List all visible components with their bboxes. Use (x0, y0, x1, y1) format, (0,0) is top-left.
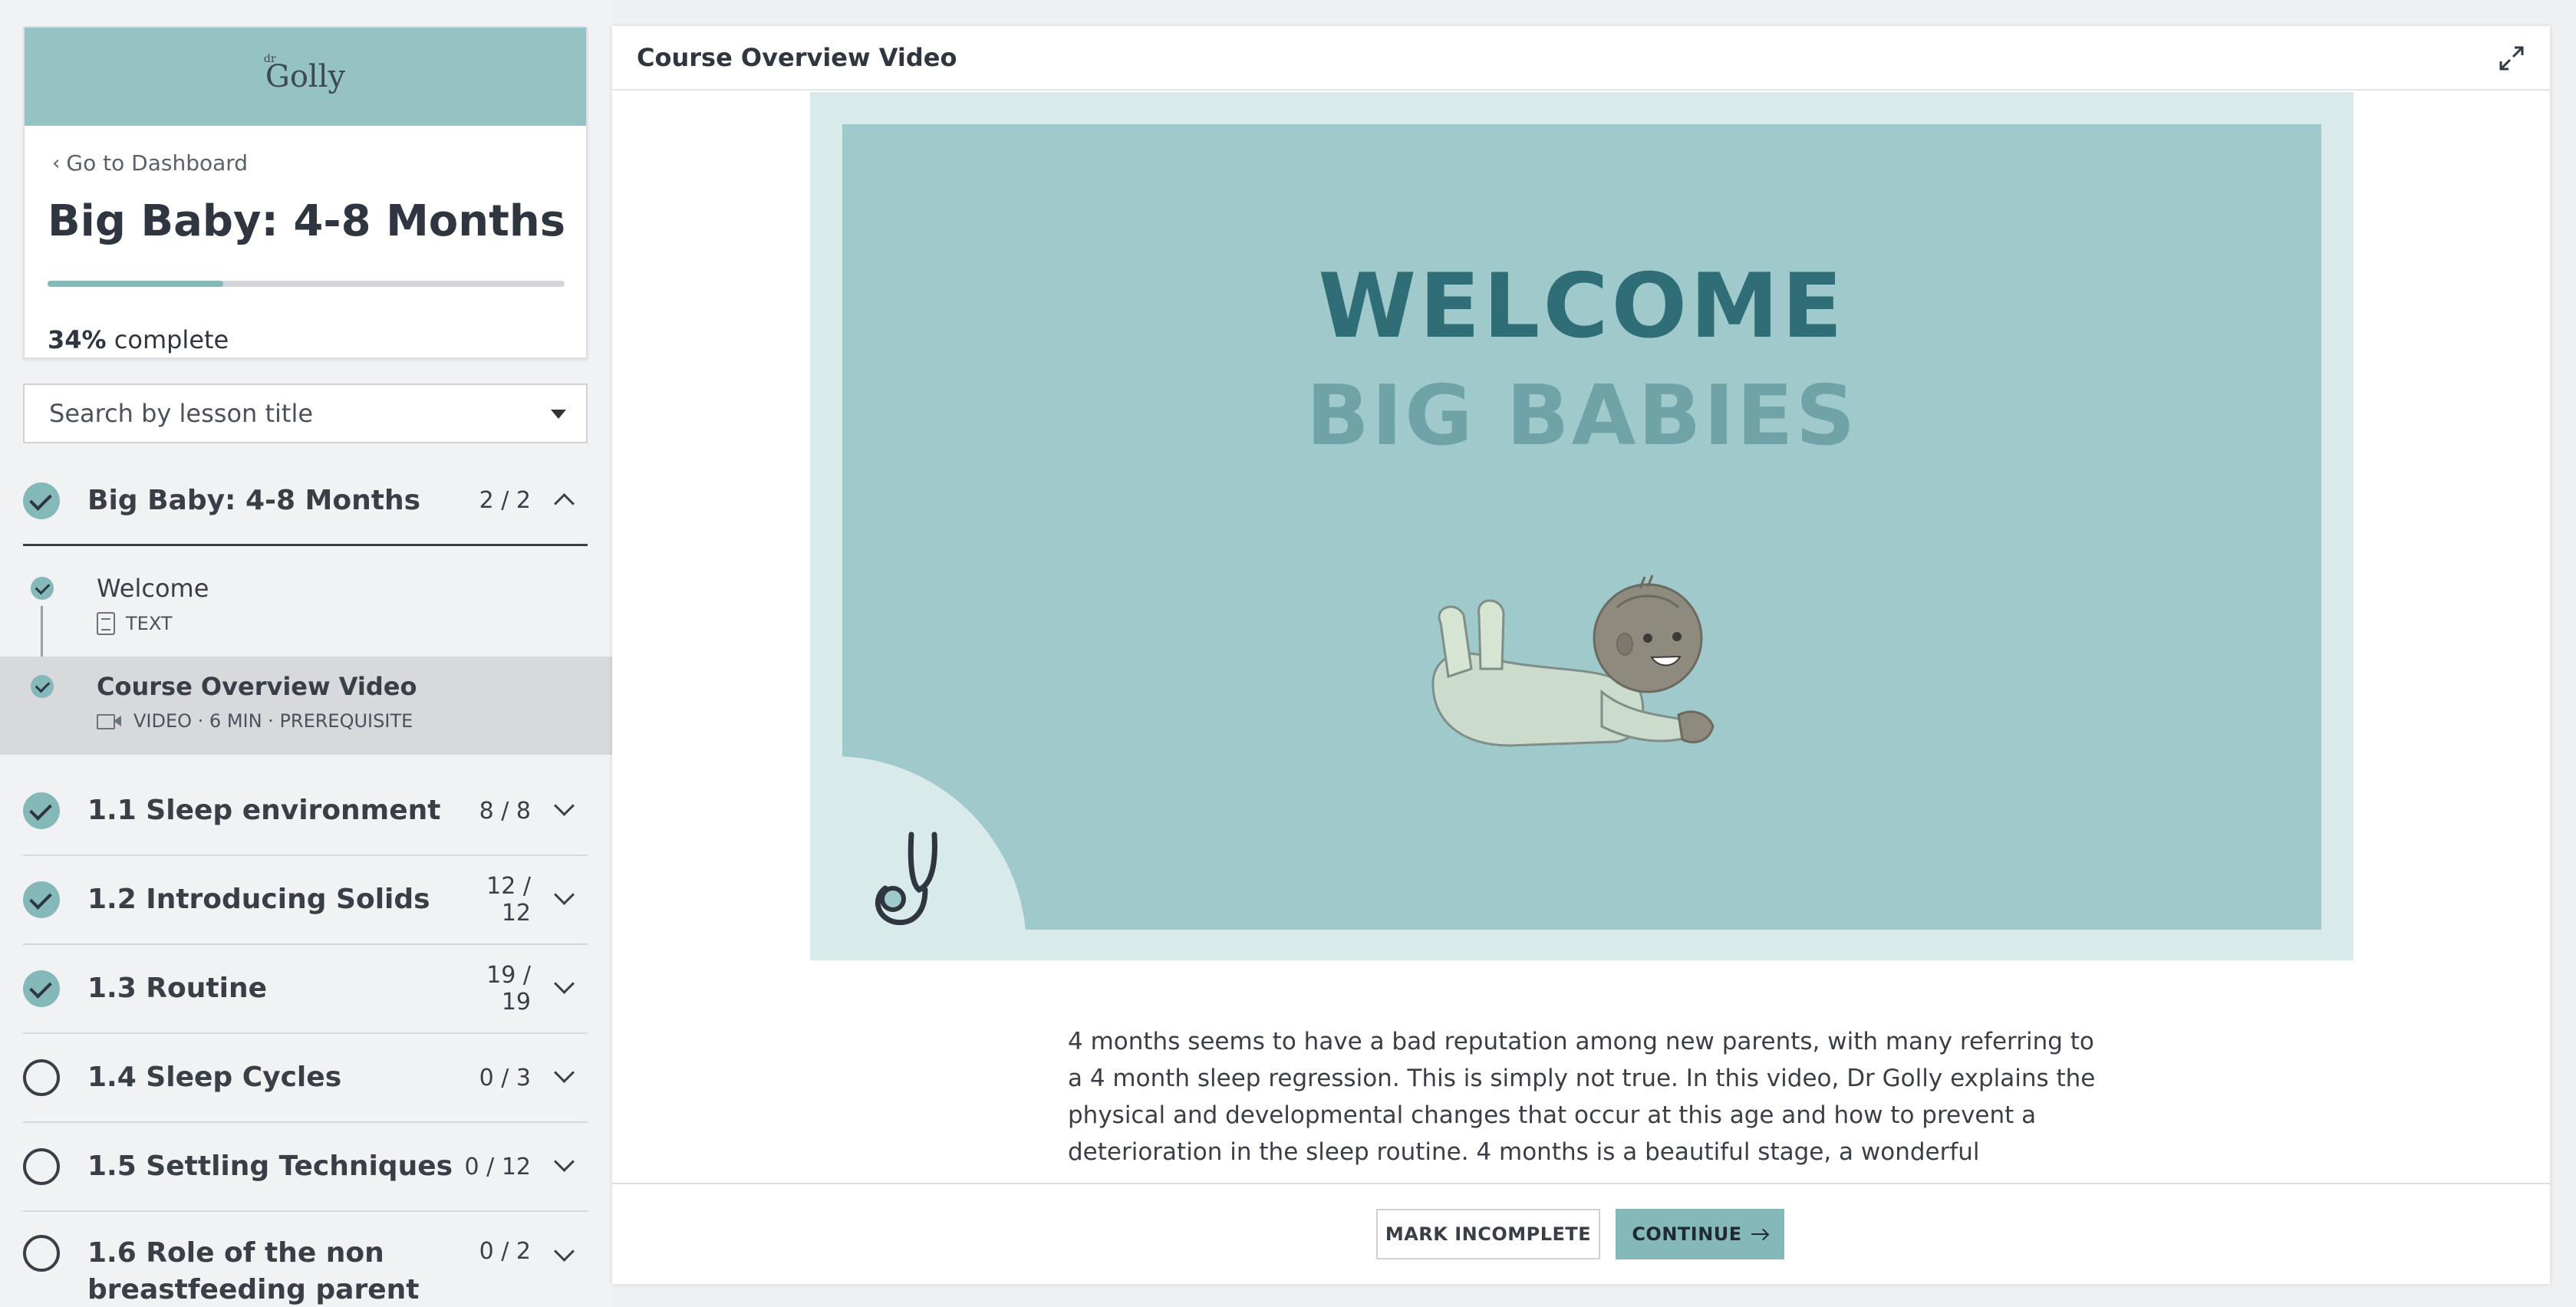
section-title: 1.3 Routine (87, 973, 267, 1004)
section-count: 12 / 12 (486, 873, 531, 927)
course-progress-bar (48, 281, 565, 287)
document-icon (97, 612, 115, 635)
arrow-right-icon (1751, 1229, 1768, 1240)
course-header-card: dr Golly ‹ Go to Dashboard Big Baby: 4-8 … (23, 26, 588, 359)
chevron-down-icon[interactable] (542, 1151, 588, 1182)
lesson-meta-text: TEXT (126, 613, 173, 634)
course-title: Big Baby: 4-8 Months (48, 196, 566, 246)
progress-text: 34% complete (48, 325, 229, 354)
chevron-down-icon[interactable] (542, 795, 588, 826)
brand-bar: dr Golly (25, 28, 586, 126)
lesson-title: Welcome (97, 574, 209, 603)
chevron-down-icon[interactable] (542, 1241, 588, 1272)
section-big-baby[interactable]: Big Baby: 4-8 Months 2 / 2 (23, 457, 588, 546)
chevron-left-icon: ‹ (52, 151, 61, 175)
section-count: 19 / 19 (486, 962, 531, 1016)
empty-circle-icon (23, 1148, 60, 1185)
caret-down-icon (551, 410, 566, 419)
progress-suffix: complete (114, 325, 229, 354)
section-count: 2 / 2 (479, 487, 531, 514)
search-placeholder: Search by lesson title (49, 399, 314, 428)
lesson-title: Course Overview Video (637, 43, 957, 72)
section-sleep-environment[interactable]: 1.1 Sleep environment 8 / 8 (23, 767, 588, 856)
lesson-meta-text: VIDEO · 6 MIN · PREREQUISITE (133, 710, 413, 732)
section-title: 1.1 Sleep environment (87, 795, 441, 826)
lesson-header: Course Overview Video (612, 26, 2550, 91)
check-circle-icon (31, 577, 54, 600)
logo-prefix: dr (263, 53, 276, 65)
back-link-label: Go to Dashboard (66, 150, 249, 176)
section-count: 0 / 12 (464, 1153, 531, 1180)
section-introducing-solids[interactable]: 1.2 Introducing Solids 12 / 12 (23, 856, 588, 945)
slide-heading-big-babies: BIG BABIES (1306, 368, 1858, 464)
mark-incomplete-label: MARK INCOMPLETE (1385, 1223, 1592, 1245)
expand-fullscreen-icon[interactable] (2496, 43, 2527, 74)
baby-illustration (1431, 574, 1715, 747)
dr-golly-logo[interactable]: dr Golly (264, 53, 346, 94)
section-non-breastfeeding-parent[interactable]: 1.6 Role of the non breastfeeding parent… (23, 1212, 588, 1307)
lesson-course-overview-video[interactable]: Course Overview Video VIDEO · 6 MIN · PR… (0, 657, 612, 755)
stethoscope-icon (875, 831, 937, 926)
check-circle-icon (23, 792, 60, 829)
lesson-welcome[interactable]: Welcome TEXT (0, 568, 612, 666)
section-count: 0 / 2 (479, 1238, 531, 1265)
empty-circle-icon (23, 1235, 60, 1272)
section-sleep-cycles[interactable]: 1.4 Sleep Cycles 0 / 3 (23, 1034, 588, 1123)
video-thumbnail-slide[interactable]: WELCOME BIG BABIES (842, 124, 2321, 930)
course-sidebar: dr Golly ‹ Go to Dashboard Big Baby: 4-8 … (0, 0, 612, 1307)
chevron-down-icon[interactable] (542, 973, 588, 1004)
section-title: Big Baby: 4-8 Months (87, 484, 421, 516)
slide-heading-welcome: WELCOME (1318, 255, 1846, 358)
section-settling-techniques[interactable]: 1.5 Settling Techniques 0 / 12 (23, 1123, 588, 1212)
go-to-dashboard-link[interactable]: ‹ Go to Dashboard (52, 150, 248, 176)
check-circle-icon (23, 881, 60, 918)
check-circle-icon (31, 675, 54, 698)
video-camera-icon (97, 713, 123, 729)
lesson-title: Course Overview Video (97, 672, 417, 701)
mark-incomplete-button[interactable]: MARK INCOMPLETE (1376, 1209, 1600, 1259)
continue-button[interactable]: CONTINUE (1616, 1209, 1784, 1259)
logo-text: Golly (265, 59, 346, 94)
empty-circle-icon (23, 1059, 60, 1096)
lesson-meta: VIDEO · 6 MIN · PREREQUISITE (97, 710, 413, 732)
check-circle-icon (23, 970, 60, 1007)
check-circle-icon (23, 482, 60, 519)
course-progress-fill (48, 281, 224, 287)
section-title: 1.2 Introducing Solids (87, 884, 430, 915)
section-count: 0 / 3 (479, 1064, 531, 1091)
section-title: 1.6 Role of the non breastfeeding parent (87, 1237, 420, 1305)
continue-label: CONTINUE (1632, 1223, 1742, 1245)
section-count: 8 / 8 (479, 797, 531, 825)
section-routine[interactable]: 1.3 Routine 19 / 19 (23, 945, 588, 1034)
chevron-up-icon[interactable] (542, 486, 588, 516)
lesson-footer: MARK INCOMPLETE CONTINUE (612, 1183, 2550, 1284)
lesson-meta: TEXT (97, 612, 173, 635)
chevron-down-icon[interactable] (542, 1062, 588, 1093)
video-player[interactable]: WELCOME BIG BABIES (810, 92, 2354, 960)
lesson-content-panel: Course Overview Video WELCOME BIG BABIES (612, 26, 2550, 1284)
lesson-description: 4 months seems to have a bad reputation … (1068, 1028, 2096, 1166)
section-title: 1.4 Sleep Cycles (87, 1062, 342, 1093)
lesson-search-select[interactable]: Search by lesson title (23, 384, 588, 443)
progress-percent: 34% (48, 325, 107, 354)
section-title: 1.5 Settling Techniques (87, 1151, 453, 1182)
chevron-down-icon[interactable] (542, 884, 588, 915)
